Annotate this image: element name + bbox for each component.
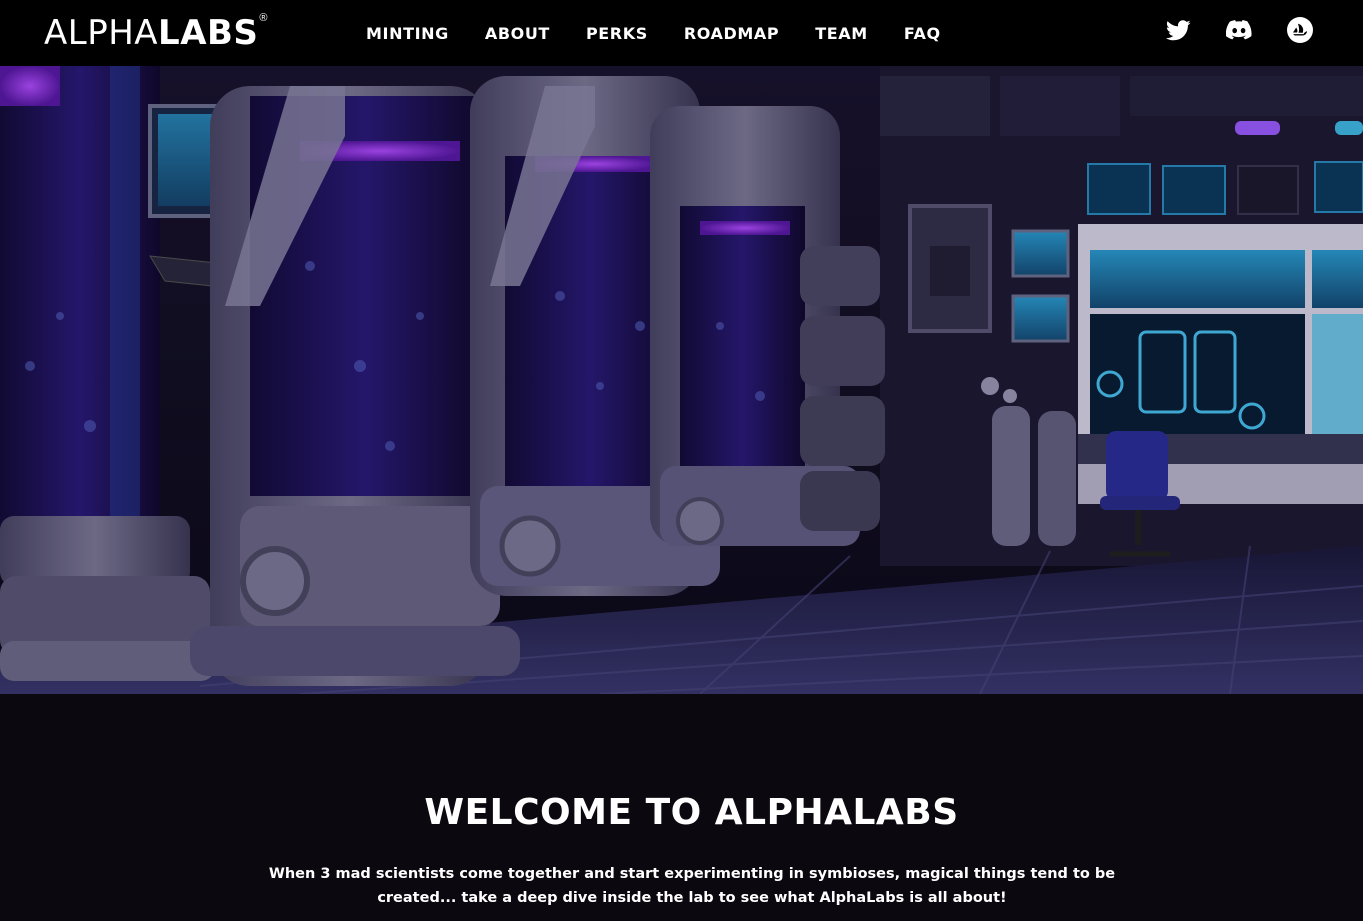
logo-part-alpha: ALPHA — [44, 13, 159, 53]
welcome-title: WELCOME TO ALPHALABS — [424, 792, 959, 833]
nav-item-minting[interactable]: MINTING — [366, 24, 449, 43]
logo-wordmark: ALPHALABS — [44, 13, 258, 53]
twitter-icon[interactable] — [1165, 17, 1191, 43]
main-nav: MINTING ABOUT PERKS ROADMAP TEAM FAQ — [366, 0, 977, 66]
navbar: ALPHALABS ® MINTING ABOUT PERKS ROADMAP … — [0, 0, 1363, 66]
alphalabs-logo[interactable]: ALPHALABS ® — [44, 12, 268, 54]
welcome-text: When 3 mad scientists come together and … — [268, 866, 1116, 906]
lab-illustration — [0, 66, 1363, 694]
nav-item-about[interactable]: ABOUT — [485, 24, 550, 43]
welcome-section: WELCOME TO ALPHALABS When 3 mad scientis… — [0, 694, 1363, 921]
opensea-icon[interactable] — [1287, 17, 1313, 43]
registered-mark: ® — [259, 12, 268, 24]
social-links — [1130, 17, 1313, 43]
logo-part-labs: LABS — [158, 13, 259, 53]
hero-image — [0, 66, 1363, 694]
discord-icon[interactable] — [1226, 17, 1252, 43]
nav-item-perks[interactable]: PERKS — [586, 24, 648, 43]
nav-item-roadmap[interactable]: ROADMAP — [684, 24, 779, 43]
nav-item-team[interactable]: TEAM — [815, 24, 868, 43]
nav-item-faq[interactable]: FAQ — [904, 24, 941, 43]
